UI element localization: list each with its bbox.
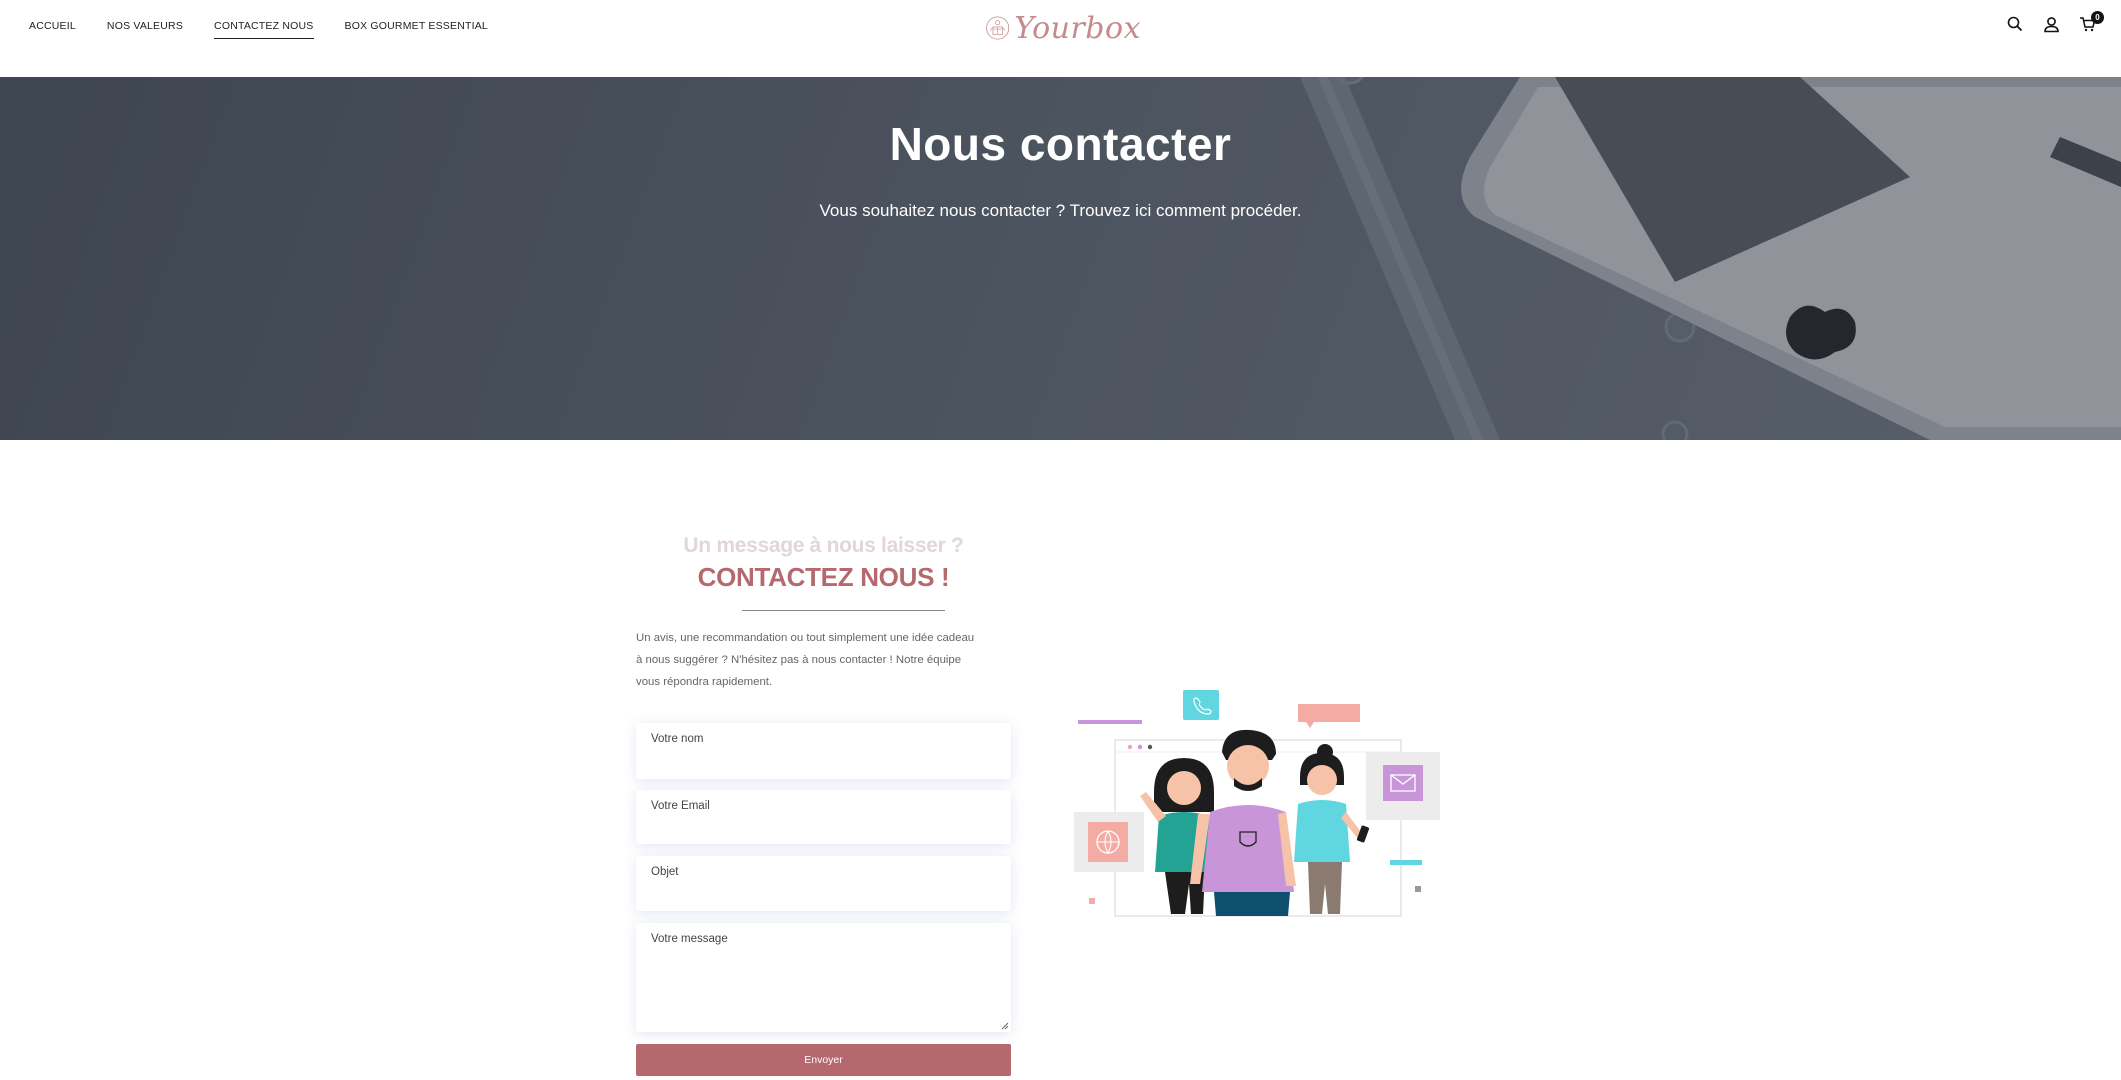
message-label: Votre message xyxy=(651,933,728,945)
intro-line: Un avis, une recommandation ou tout simp… xyxy=(636,632,975,644)
search-icon[interactable] xyxy=(2005,14,2025,34)
page-title: Nous contacter xyxy=(889,118,1232,170)
subject-input[interactable] xyxy=(649,883,998,905)
hero-banner: Nous contacter Vous souhaitez nous conta… xyxy=(0,77,2121,440)
submit-button[interactable]: Envoyer xyxy=(636,1044,1011,1076)
cart-icon[interactable]: 0 xyxy=(2077,11,2104,34)
heading-divider xyxy=(742,610,945,611)
logo-emblem-icon xyxy=(986,16,1010,40)
contact-intro: Un avis, une recommandation ou tout simp… xyxy=(636,627,976,693)
name-field: Votre nom xyxy=(636,723,1011,779)
subject-field: Objet xyxy=(636,856,1011,911)
site-header: ACCUEIL NOS VALEURS CONTACTEZ NOUS BOX G… xyxy=(0,0,2121,77)
intro-line: vous répondra rapidement. xyxy=(636,676,773,688)
contact-title: CONTACTEZ NOUS ! xyxy=(697,562,950,592)
team-illustration xyxy=(1074,690,1440,917)
name-label: Votre nom xyxy=(651,733,704,745)
nav-item-accueil[interactable]: ACCUEIL xyxy=(29,20,76,39)
contact-heading: Un message à nous laisser ? CONTACTEZ NO… xyxy=(636,534,1011,593)
message-field: Votre message xyxy=(636,923,1011,1032)
page-subtitle: Vous souhaitez nous contacter ? Trouvez … xyxy=(819,201,1302,220)
nav-item-nos-valeurs[interactable]: NOS VALEURS xyxy=(107,20,183,39)
email-field: Votre Email xyxy=(636,790,1011,844)
main-nav: ACCUEIL NOS VALEURS CONTACTEZ NOUS BOX G… xyxy=(29,20,488,39)
header-icons: 0 xyxy=(2005,11,2104,34)
user-icon[interactable] xyxy=(2041,14,2061,34)
cart-count-badge: 0 xyxy=(2091,11,2104,24)
subject-label: Objet xyxy=(651,866,679,878)
site-logo[interactable]: Yourbox xyxy=(985,3,1141,53)
contact-pre-title: Un message à nous laisser ? xyxy=(683,534,964,557)
nav-item-box-gourmet[interactable]: BOX GOURMET ESSENTIAL xyxy=(345,20,488,39)
message-textarea[interactable] xyxy=(649,950,998,1024)
logo-text: Yourbox xyxy=(1014,10,1141,46)
email-input[interactable] xyxy=(649,817,998,839)
email-label: Votre Email xyxy=(651,800,710,812)
name-input[interactable] xyxy=(649,750,998,772)
nav-item-contactez-nous[interactable]: CONTACTEZ NOUS xyxy=(214,20,314,39)
resize-handle-icon[interactable] xyxy=(1001,1022,1009,1030)
intro-line: à nous suggérer ? N'hésitez pas à nous c… xyxy=(636,654,962,666)
